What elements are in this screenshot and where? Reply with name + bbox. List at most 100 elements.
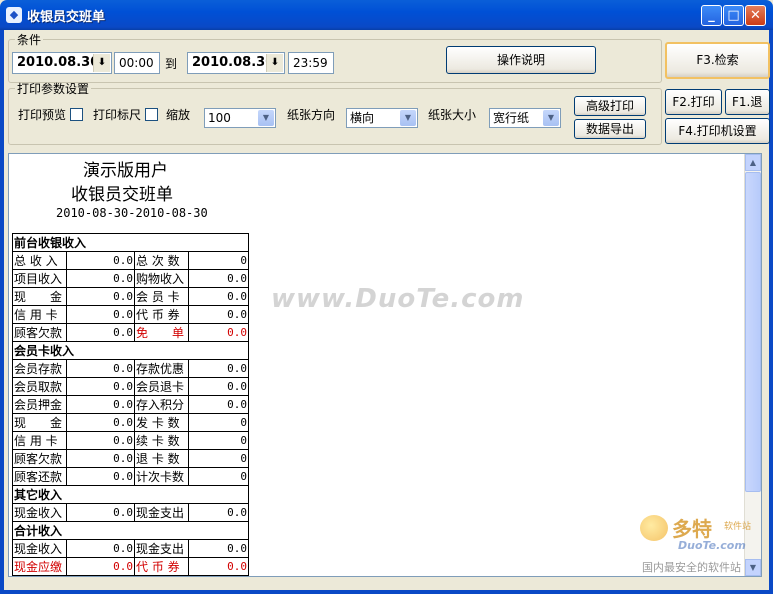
cell-label: 总 收 入 [12, 251, 67, 270]
cell-label: 顾客还款 [12, 467, 67, 486]
cell-value: 0.0 [66, 395, 135, 414]
conditions-legend: 条件 [17, 33, 42, 47]
cell-value: 0.0 [66, 467, 135, 486]
dropdown-arrow-icon[interactable]: ⬇ [266, 54, 283, 72]
paper-size-label: 纸张大小 [428, 108, 477, 122]
app-icon: ◆ [6, 7, 22, 23]
table-row: 顾客欠款 0.0 退 卡 数0 [12, 449, 249, 468]
print-ruler-label: 打印标尺 [93, 108, 142, 122]
cell-label: 存款优惠 [134, 359, 189, 378]
cell-label: 会员退卡 [134, 377, 189, 396]
cell-value: 0 [188, 431, 249, 450]
section-title: 其它收入 [12, 485, 249, 504]
printer-setup-button[interactable]: F4.打印机设置 [665, 118, 770, 144]
cell-value: 0.0 [66, 251, 135, 270]
table-row: 会员存款 0.0 存款优惠 0.0 [12, 359, 249, 378]
window-frame-left [0, 30, 4, 594]
cell-label: 退 卡 数 [134, 449, 189, 468]
cell-value: 0.0 [66, 449, 135, 468]
maximize-button[interactable]: □ [723, 5, 744, 26]
chevron-down-icon[interactable]: ▼ [400, 110, 416, 126]
cell-label: 存入积分 [134, 395, 189, 414]
cell-value: 0.0 [188, 557, 249, 576]
orientation-select[interactable]: 横向 ▼ [346, 108, 418, 128]
table-row: 现金应缴 0.0 代 币 券 0.0 [12, 557, 249, 576]
advanced-print-button[interactable]: 高级打印 [574, 96, 646, 116]
cell-value: 0.0 [66, 323, 135, 342]
cell-label: 信 用 卡 [12, 305, 67, 324]
section-row: 前台收银收入 [12, 233, 249, 252]
cell-label: 顾客欠款 [12, 323, 67, 342]
chevron-down-icon[interactable]: ▼ [543, 110, 559, 126]
cell-value: 0.0 [188, 539, 249, 558]
cell-label: 现金支出 [134, 539, 189, 558]
table-row: 会员取款 0.0 会员退卡 0.0 [12, 377, 249, 396]
cell-label: 信 用 卡 [12, 575, 67, 576]
cell-value: 0.0 [66, 359, 135, 378]
start-date-value: 2010.08.30 [17, 55, 100, 70]
end-date-value: 2010.08.30 [192, 55, 275, 70]
help-button[interactable]: 操作说明 [446, 46, 596, 74]
cell-value: 0.0 [66, 539, 135, 558]
cell-label: 项目收入 [12, 269, 67, 288]
section-title: 会员卡收入 [12, 341, 249, 360]
cell-label: 代 币 券 [134, 557, 189, 576]
cell-value: 0 [188, 449, 249, 468]
paper-size-select[interactable]: 宽行纸 ▼ [489, 108, 561, 128]
zoom-label: 缩放 [166, 108, 191, 122]
start-time-input[interactable]: 00:00 [114, 52, 160, 74]
cell-value: 0.0 [188, 287, 249, 306]
table-row: 现 金 0.0 会 员 卡 0.0 [12, 287, 249, 306]
cell-value: 0.0 [188, 359, 249, 378]
dropdown-arrow-icon[interactable]: ⬇ [93, 54, 110, 72]
scroll-thumb[interactable] [745, 172, 761, 492]
export-button[interactable]: 数据导出 [574, 119, 646, 139]
duote-logo: 多特 软件站 DuoTe.com 国内最安全的软件站 [638, 511, 766, 581]
cell-value: 0.0 [188, 269, 249, 288]
cell-label: 现金支出 [134, 503, 189, 522]
cell-value: 0.0 [66, 557, 135, 576]
cell-value: 0.0 [188, 395, 249, 414]
cell-label: 代 币 券 [134, 305, 189, 324]
cell-label: 现金收入 [12, 539, 67, 558]
cell-value: 0 [188, 251, 249, 270]
print-preview-label: 打印预览 [18, 108, 67, 122]
zoom-value: 100 [208, 111, 231, 125]
cell-value: 0.0 [66, 305, 135, 324]
table-row: 顾客还款 0.0 计次卡数 0 [12, 467, 249, 486]
exit-button[interactable]: F1.退出 [725, 89, 770, 115]
cell-label: 会员押金 [12, 395, 67, 414]
zoom-select[interactable]: 100 ▼ [204, 108, 276, 128]
cell-value: 0.0 [66, 575, 135, 576]
table-row: 信 用 卡 0.0 代 币 券 0.0 [12, 305, 249, 324]
cell-value: 0.0 [188, 305, 249, 324]
logo-cn-small: 软件站 [724, 522, 752, 532]
section-title: 前台收银收入 [12, 233, 249, 252]
cell-value: 0 [188, 467, 249, 486]
print-button[interactable]: F2.打印 [665, 89, 722, 115]
report-table: 前台收银收入总 收 入 0.0 总 次 数 0 项目收入 0.0 购物收入 0.0 现 金 0.0… [12, 233, 249, 576]
cell-value: 0.0 [66, 503, 135, 522]
cell-label: 信 用 卡 [12, 431, 67, 450]
chevron-down-icon[interactable]: ▼ [258, 110, 274, 126]
cell-label: 免 单 [134, 323, 189, 342]
search-button[interactable]: F3.检索 [665, 42, 770, 79]
scroll-up-icon[interactable]: ▲ [745, 154, 761, 171]
report-org: 演示版用户 [83, 161, 168, 181]
orientation-label: 纸张方向 [287, 108, 336, 122]
cell-label: 计次卡数 [134, 467, 189, 486]
table-row: 现金收入 0.0 现金支出 0.0 [12, 503, 249, 522]
close-button[interactable]: ✕ [745, 5, 766, 26]
minimize-button[interactable]: _ [701, 5, 722, 26]
table-row: 总 收 入 0.0 总 次 数0 [12, 251, 249, 270]
end-time-input[interactable]: 23:59 [288, 52, 334, 74]
cell-label: 顾客欠款 [12, 449, 67, 468]
to-label: 到 [165, 57, 178, 71]
cell-label: 购物收入 [134, 269, 189, 288]
cell-label: 续 卡 数 [134, 431, 189, 450]
end-date-picker[interactable]: 2010.08.30 ⬇ [187, 52, 285, 74]
start-date-picker[interactable]: 2010.08.30 ⬇ [12, 52, 112, 74]
paper-size-value: 宽行纸 [493, 111, 530, 125]
print-preview-checkbox[interactable] [70, 108, 83, 121]
print-ruler-checkbox[interactable] [145, 108, 158, 121]
